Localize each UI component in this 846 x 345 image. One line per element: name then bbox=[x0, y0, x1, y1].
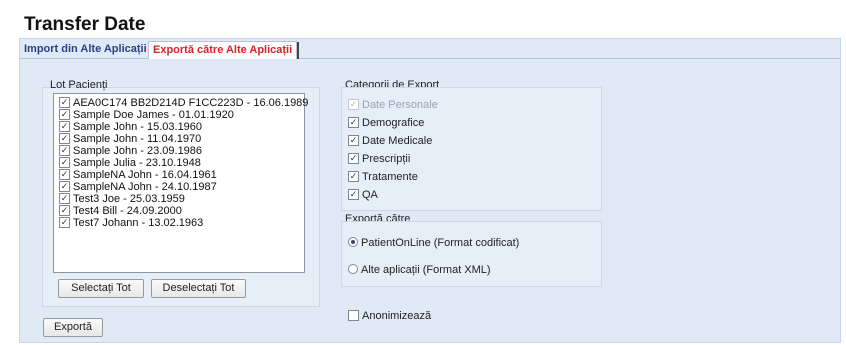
checkmark-icon[interactable]: ✓ bbox=[59, 120, 70, 132]
checkbox-icon[interactable] bbox=[348, 309, 359, 321]
radio-other-apps-label: Alte aplicații (Format XML) bbox=[361, 264, 491, 276]
tab-edge-marker bbox=[297, 42, 300, 59]
patient-list-item[interactable]: ✓ Sample Julia - 23.10.1948 bbox=[54, 156, 304, 169]
patient-list-item-label: Test3 Joe - 25.03.1959 bbox=[73, 193, 185, 205]
radio-patientonline[interactable]: PatientOnLine (Format codificat) bbox=[348, 236, 519, 250]
radio-button-icon[interactable] bbox=[348, 237, 358, 248]
checkmark-icon[interactable]: ✓ bbox=[348, 170, 359, 182]
category-label: Date Personale bbox=[362, 99, 438, 111]
select-all-button[interactable]: Selectați Tot bbox=[58, 279, 144, 298]
tab-strip-divider bbox=[19, 58, 840, 59]
anonymize-checkbox[interactable]: Anonimizează bbox=[348, 309, 431, 323]
checkmark-icon[interactable]: ✓ bbox=[59, 180, 70, 192]
export-button[interactable]: Exportă bbox=[43, 318, 103, 337]
patient-list-item-label: Test4 Bill - 24.09.2000 bbox=[73, 205, 182, 217]
category-checkbox: ✓ Date Personale bbox=[348, 98, 438, 112]
export-to-group-box bbox=[341, 221, 602, 287]
radio-other-apps[interactable]: Alte aplicații (Format XML) bbox=[348, 263, 491, 277]
patient-listbox[interactable]: ✓ AEA0C174 BB2D214D F1CC223D - 16.06.1989… bbox=[53, 93, 308, 273]
checkmark-icon[interactable]: ✓ bbox=[59, 96, 70, 108]
patient-list-item[interactable]: ✓ SampleNA John - 16.04.1961 bbox=[54, 168, 304, 181]
category-checkbox[interactable]: ✓ Demografice bbox=[348, 116, 424, 130]
anonymize-label: Anonimizează bbox=[362, 310, 432, 322]
patient-list-item[interactable]: ✓ Test4 Bill - 24.09.2000 bbox=[54, 204, 304, 217]
deselect-all-button[interactable]: Deselectați Tot bbox=[151, 279, 246, 298]
checkmark-icon[interactable]: ✓ bbox=[59, 216, 70, 228]
patient-list-item-label: Sample Doe James - 01.01.1920 bbox=[73, 109, 234, 121]
patient-list-item[interactable]: ✓ SampleNA John - 24.10.1987 bbox=[54, 180, 304, 193]
checkmark-icon[interactable]: ✓ bbox=[348, 188, 359, 200]
checkmark-icon[interactable]: ✓ bbox=[59, 192, 70, 204]
checkmark-icon[interactable]: ✓ bbox=[59, 204, 70, 216]
tab-import[interactable]: Import din Alte Aplicații bbox=[24, 41, 147, 58]
radio-patientonline-label: PatientOnLine (Format codificat) bbox=[361, 237, 520, 249]
patient-list-item-label: SampleNA John - 24.10.1987 bbox=[73, 181, 217, 193]
patient-list-item-label: SampleNA John - 16.04.1961 bbox=[73, 169, 217, 181]
category-label: Tratamente bbox=[362, 171, 418, 183]
patient-list-item[interactable]: ✓ Sample John - 15.03.1960 bbox=[54, 120, 304, 133]
tab-export-label: Exportă către Alte Aplicații bbox=[153, 44, 293, 56]
patient-list-item-label: Sample John - 15.03.1960 bbox=[73, 121, 203, 133]
checkmark-icon[interactable]: ✓ bbox=[59, 108, 70, 120]
checkmark-icon[interactable]: ✓ bbox=[348, 134, 359, 146]
patient-list-item-label: Sample John - 11.04.1970 bbox=[73, 133, 202, 145]
checkmark-icon[interactable]: ✓ bbox=[59, 168, 70, 180]
category-label: Demografice bbox=[362, 117, 425, 129]
checkmark-icon[interactable]: ✓ bbox=[59, 156, 70, 168]
patient-list-item[interactable]: ✓ Sample John - 11.04.1970 bbox=[54, 132, 304, 145]
checkmark-icon: ✓ bbox=[348, 98, 359, 110]
patient-list-item-label: Sample John - 23.09.1986 bbox=[73, 145, 203, 157]
category-checkbox[interactable]: ✓ QA bbox=[348, 188, 378, 202]
category-label: QA bbox=[362, 189, 378, 201]
patient-list-item-label: Test7 Johann - 13.02.1963 bbox=[73, 217, 204, 229]
page-title: Transfer Date bbox=[24, 14, 146, 35]
patient-list-item-label: Sample Julia - 23.10.1948 bbox=[73, 157, 201, 169]
category-checkbox[interactable]: ✓ Prescripții bbox=[348, 152, 410, 166]
category-label: Date Medicale bbox=[362, 135, 433, 147]
category-label: Prescripții bbox=[362, 153, 411, 165]
category-checkbox[interactable]: ✓ Tratamente bbox=[348, 170, 418, 184]
radio-button-icon[interactable] bbox=[348, 264, 358, 275]
patient-list: ✓ AEA0C174 BB2D214D F1CC223D - 16.06.1989… bbox=[54, 94, 308, 229]
patient-list-item[interactable]: ✓ Sample Doe James - 01.01.1920 bbox=[54, 108, 304, 121]
checkmark-icon[interactable]: ✓ bbox=[348, 116, 359, 128]
category-checkbox[interactable]: ✓ Date Medicale bbox=[348, 134, 432, 148]
patient-list-item[interactable]: ✓ Test3 Joe - 25.03.1959 bbox=[54, 192, 304, 205]
patient-list-item[interactable]: ✓ Sample John - 23.09.1986 bbox=[54, 144, 304, 157]
checkmark-icon[interactable]: ✓ bbox=[59, 144, 70, 156]
checkmark-icon[interactable]: ✓ bbox=[59, 132, 70, 144]
checkmark-icon[interactable]: ✓ bbox=[348, 152, 359, 164]
patient-group-label: Lot Pacienți bbox=[50, 79, 108, 91]
patient-list-item[interactable]: ✓ AEA0C174 BB2D214D F1CC223D - 16.06.1989 bbox=[54, 96, 308, 109]
tab-export[interactable]: Exportă către Alte Aplicații bbox=[148, 41, 300, 59]
patient-list-item[interactable]: ✓ Test7 Johann - 13.02.1963 bbox=[54, 216, 304, 229]
patient-list-item-label: AEA0C174 BB2D214D F1CC223D - 16.06.1989 bbox=[73, 97, 309, 109]
